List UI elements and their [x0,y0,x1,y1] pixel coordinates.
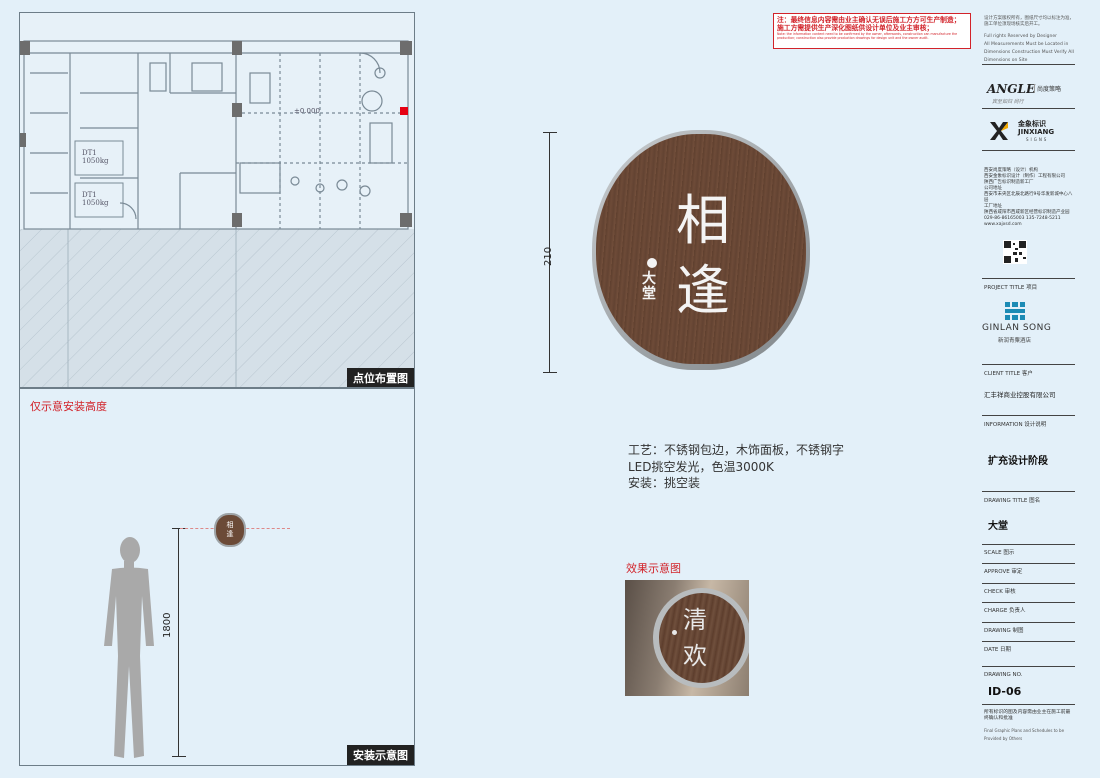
brand-angle-cn: 尚度策略 [1034,84,1061,93]
jinxiang-logo-icon [990,122,1008,140]
sign-dot [647,258,657,268]
person-silhouette-icon [104,537,154,758]
ginlan-song-logo-icon [1005,302,1025,320]
footer-note-1: 所有标识的图及内容需由业主在施工前最终确认和批准 [984,710,1071,721]
sign-subtitle: 大堂 [642,271,656,302]
footer-note-3: Provided by Others [984,736,1023,741]
sign-dimension-tick-top [543,132,557,133]
tb-divider-6 [982,415,1075,416]
company-block: 西安尚度策略（设计）机构 西安金象标识设计（制作）工程有限公司 陕西广告标识制造… [984,168,1076,228]
tb-divider-14 [982,666,1075,667]
tb-divider-13 [982,641,1075,642]
top-note-2: Full rights Reserved by Designer [984,34,1057,39]
drawing-title-label: DRAWING TITLE 图名 [984,498,1041,504]
footer-note-2: Final Graphic Plans and Schedules to be [984,728,1065,733]
tb-divider-7 [982,491,1075,492]
mini-sign: 相 逢 [214,513,246,547]
top-note-4: Dimensions Construction Must Verify All [984,50,1074,55]
top-note-1: 设计方案版权所有，图纸尺寸均以标注为准，施工单位须现场核实后开工。 [984,16,1074,27]
floor-plan-drawing [20,40,414,388]
project-title-label: PROJECT TITLE 项目 [984,285,1038,291]
tb-divider-5 [982,364,1075,365]
notice-line-2: 施工方需提供生产深化图纸供设计单位及业主审核； [777,24,934,32]
tb-divider-3 [982,150,1075,151]
tb-divider-11 [982,602,1075,603]
main-sign-face: 相 逢 大堂 [596,134,806,364]
height-dimension-line [178,528,179,756]
date-label: DATE 日期 [984,647,1012,653]
tb-divider-4 [982,278,1075,279]
tb-divider-8 [982,544,1075,545]
height-dimension-value: 1800 [162,612,173,638]
sign-dimension-tick-bottom [543,372,557,373]
tb-divider-10 [982,583,1075,584]
install-panel: 仅示意安装高度 1800 相 逢 安装示意图 [19,387,415,766]
height-dimension-tick-bottom [172,756,186,757]
project-name-cn: 新润青粟酒店 [998,338,1032,344]
scale-label: SCALE 图示 [984,550,1015,556]
mini-sign-char-1: 相 [226,521,234,529]
check-label: CHECK 审核 [984,589,1016,595]
sign-title-char-1: 相 [676,189,730,252]
install-label: 安装示意图 [347,745,414,765]
effect-photo: 清 欢 [625,580,749,696]
qr-code-icon [1003,240,1027,264]
project-name-en: GINLAN SONG [982,323,1052,333]
client-name: 汇丰祥商业控股有限公司 [984,391,1056,399]
plan-label: 点位布置图 [347,368,414,388]
spec-led: LED挑空发光，色温3000K [628,460,774,474]
charge-label: CHARGE 负责人 [984,608,1026,614]
drawing-title-value: 大堂 [988,521,1008,532]
notice-english: Note: the information content need to be… [777,32,958,40]
height-note: 仅示意安装高度 [30,400,107,413]
notice-line-1: 注：最终信息内容需由业主确认无误后施工方方可生产制造； [777,16,961,24]
approve-label: APPROVE 审定 [984,569,1023,575]
top-note-3: All Measurements Must be Located in [984,42,1069,47]
notice-box: 注：最终信息内容需由业主确认无误后施工方方可生产制造； 施工方需提供生产深化图纸… [773,13,971,49]
drawing-label: DRAWING 制图 [984,628,1024,634]
main-sign: 相 逢 大堂 [592,130,810,370]
mini-sign-char-2: 逢 [226,530,234,538]
address-1: 西安市未央区北辰北路行9号华发新城中心八层 [984,192,1073,203]
spec-install: 安装：挑空装 [628,476,701,490]
information-label: INFORMATION 设计说明 [984,422,1047,428]
tb-divider-2 [982,108,1075,109]
tb-divider-1 [982,64,1075,65]
brand-angle-slogan: 宾至如归 尚行 [992,99,1024,105]
brand-angle-logo: ANGLE [987,82,1036,96]
effect-sign-char-2: 欢 [683,642,707,670]
floor-plan-panel: ±0.000 DT1 1050kg DT1 1050kg 点位布置图 [19,12,415,389]
spec-craft: 工艺：不锈钢包边，木饰面板，不锈钢字 [628,443,845,457]
brand-jinxiang-en: JINXIANG [1018,128,1055,136]
client-title-label: CLIENT TITLE 客户 [984,371,1033,377]
drawing-no-label: DRAWING NO. [984,672,1023,678]
information-value: 扩充设计阶段 [988,456,1048,467]
tb-divider-9 [982,563,1075,564]
sign-dimension-value: 210 [543,246,554,266]
sign-title-char-2: 逢 [676,259,730,322]
effect-sign-dot [672,630,677,635]
tb-divider-12 [982,622,1075,623]
elevator-label-1: DT1 1050kg [82,149,109,165]
effect-sign-char-1: 清 [683,606,707,634]
elevator-label-2: DT1 1050kg [82,191,109,207]
drawing-no-value: ID-06 [988,685,1022,698]
elevation-mark: ±0.000 [294,107,320,115]
tb-divider-15 [982,704,1075,705]
effect-label: 效果示意图 [626,562,681,575]
brand-jinxiang-sub: SIGNS [1026,137,1049,142]
website: www.xajxsd.com [984,222,1022,227]
